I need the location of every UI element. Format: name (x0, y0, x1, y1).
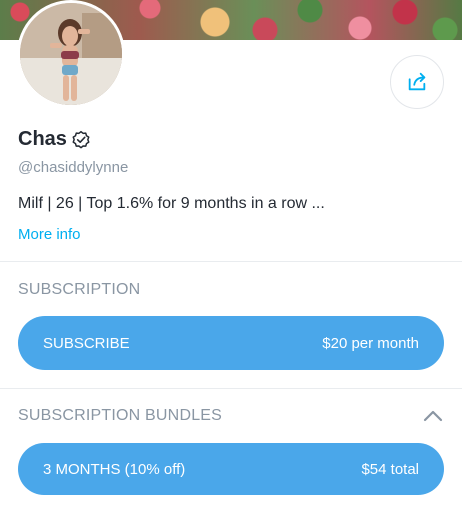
divider (0, 388, 462, 389)
display-name: Chas (18, 128, 67, 150)
bio-text: Milf | 26 | Top 1.6% for 9 months in a r… (18, 195, 325, 212)
bundle-price: $54 total (361, 460, 419, 478)
subscribe-button[interactable]: SUBSCRIBE $20 per month (18, 316, 444, 370)
profile-page: Chas @chasiddylynne Milf | 26 | Top 1.6%… (0, 0, 462, 512)
avatar-photo (20, 3, 122, 105)
subscription-title: SUBSCRIPTION (18, 281, 141, 298)
more-info-link[interactable]: More info (18, 226, 81, 243)
divider (0, 261, 462, 262)
bundle-label: 3 MONTHS (10% off) (43, 460, 186, 478)
verified-badge-icon (72, 130, 90, 148)
collapse-bundles-button[interactable] (422, 408, 444, 429)
name-row: Chas (18, 128, 91, 151)
handle: @chasiddylynne (18, 159, 129, 176)
chevron-up-icon (423, 410, 443, 422)
subscribe-label: SUBSCRIBE (43, 334, 130, 352)
bundle-3-months-button[interactable]: 3 MONTHS (10% off) $54 total (18, 443, 444, 495)
share-icon (408, 72, 426, 91)
bundles-title: SUBSCRIPTION BUNDLES (18, 407, 223, 424)
share-button[interactable] (390, 55, 444, 109)
subscribe-price: $20 per month (322, 334, 419, 352)
avatar[interactable] (17, 0, 125, 108)
